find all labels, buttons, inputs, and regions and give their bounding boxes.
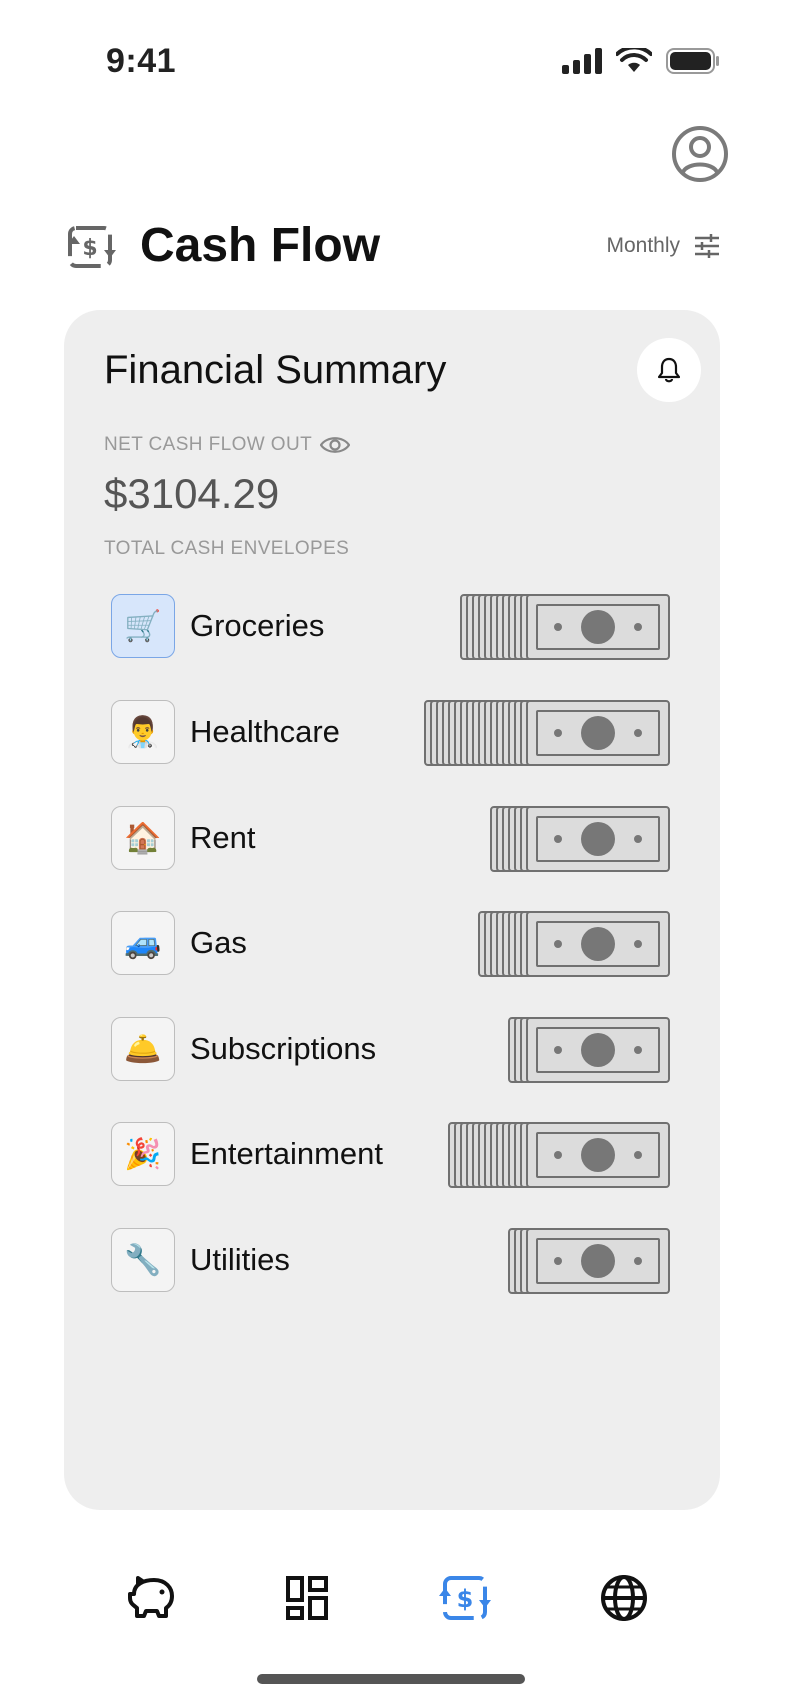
card-title: Financial Summary xyxy=(104,348,447,392)
envelope-row[interactable]: 🛎️ Subscriptions xyxy=(111,1017,671,1083)
tab-global[interactable] xyxy=(596,1570,652,1626)
user-circle-icon xyxy=(672,126,728,182)
piggy-bank-icon xyxy=(128,1576,174,1618)
cash-stack xyxy=(508,1017,670,1087)
envelope-row[interactable]: 👨‍⚕️ Healthcare xyxy=(111,700,671,766)
tab-cash-flow[interactable]: $ xyxy=(437,1570,493,1626)
cash-stack xyxy=(460,594,670,664)
tab-savings[interactable] xyxy=(124,1570,180,1626)
cash-flow-icon: $ xyxy=(68,225,116,268)
tab-dashboard[interactable] xyxy=(280,1570,336,1626)
cash-bill xyxy=(526,806,670,872)
period-label: Monthly xyxy=(606,234,680,257)
net-cash-flow-value: $3104.29 xyxy=(104,470,280,517)
signal-icon xyxy=(562,48,602,74)
envelope-name: Rent xyxy=(190,820,256,855)
envelope-emoji-icon: 🛒 xyxy=(111,594,175,658)
envelope-emoji-icon: 🚙 xyxy=(111,911,175,975)
cash-bill xyxy=(526,1228,670,1294)
envelope-name: Healthcare xyxy=(190,714,340,749)
wifi-icon xyxy=(616,48,652,72)
battery-icon xyxy=(666,48,719,74)
cash-stack xyxy=(508,1228,670,1298)
cash-bill xyxy=(526,911,670,977)
period-selector[interactable]: Monthly xyxy=(606,234,720,258)
cash-stack xyxy=(448,1122,670,1192)
page-header: $ Cash Flow xyxy=(66,218,380,273)
cash-stack xyxy=(478,911,670,981)
cash-stack xyxy=(490,806,670,876)
cash-bill xyxy=(526,1017,670,1083)
envelope-emoji-icon: 🏠 xyxy=(111,806,175,870)
cash-flow-icon: $ xyxy=(439,1576,491,1620)
eye-icon[interactable] xyxy=(320,435,351,455)
cash-bill xyxy=(526,594,670,660)
envelope-row[interactable]: 🚙 Gas xyxy=(111,911,671,977)
dashboard-icon xyxy=(286,1576,328,1620)
envelope-name: Utilities xyxy=(190,1242,290,1277)
globe-icon xyxy=(601,1575,647,1621)
cash-stack xyxy=(424,700,670,770)
envelope-row[interactable]: 🔧 Utilities xyxy=(111,1228,671,1294)
envelope-emoji-icon: 🛎️ xyxy=(111,1017,175,1081)
envelope-emoji-icon: 🔧 xyxy=(111,1228,175,1292)
profile-button[interactable] xyxy=(670,124,730,184)
cash-bill xyxy=(526,700,670,766)
envelope-row[interactable]: 🛒 Groceries xyxy=(111,594,671,660)
page-title: Cash Flow xyxy=(140,219,381,272)
svg-text:$: $ xyxy=(82,236,97,261)
notifications-button[interactable] xyxy=(637,338,701,402)
envelope-row[interactable]: 🎉 Entertainment xyxy=(111,1122,671,1188)
net-cash-flow-label: NET CASH FLOW OUT xyxy=(104,434,351,456)
envelope-row[interactable]: 🏠 Rent xyxy=(111,806,671,872)
bell-icon xyxy=(658,357,680,383)
envelope-name: Groceries xyxy=(190,608,325,643)
cash-bill xyxy=(526,1122,670,1188)
envelopes-label: TOTAL CASH ENVELOPES xyxy=(104,538,350,559)
net-cash-flow-text: NET CASH FLOW OUT xyxy=(104,434,313,455)
tab-bar: $ xyxy=(0,1570,786,1630)
status-time: 9:41 xyxy=(106,42,177,80)
envelope-name: Subscriptions xyxy=(190,1031,377,1066)
svg-text:$: $ xyxy=(457,1585,474,1613)
envelope-name: Gas xyxy=(190,925,247,960)
status-icons xyxy=(562,48,720,74)
home-indicator[interactable] xyxy=(257,1674,525,1684)
envelope-emoji-icon: 👨‍⚕️ xyxy=(111,700,175,764)
envelope-name: Entertainment xyxy=(190,1136,383,1171)
envelope-emoji-icon: 🎉 xyxy=(111,1122,175,1186)
sliders-icon xyxy=(695,234,719,258)
